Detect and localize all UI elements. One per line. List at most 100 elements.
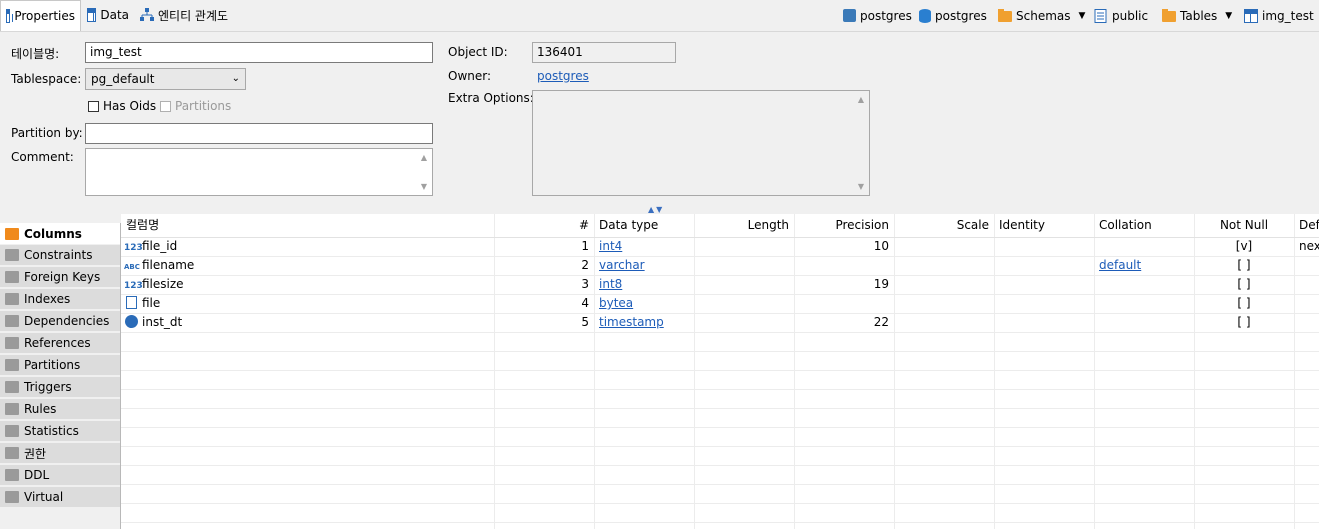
table-icon	[6, 9, 14, 23]
folder-icon	[1162, 9, 1176, 22]
schema-icon	[1094, 8, 1108, 23]
breadcrumb-schemas[interactable]: Schemas ▼	[998, 0, 1091, 31]
owner-link[interactable]: postgres	[537, 69, 589, 83]
column-name-cell[interactable]: 123file_id	[121, 237, 494, 256]
column-name: filesize	[142, 277, 184, 291]
dropdown-arrow-icon[interactable]: ▼	[1225, 11, 1232, 21]
column-header-precision[interactable]: Precision	[794, 214, 894, 237]
breadcrumb-schema[interactable]: public	[1094, 0, 1148, 31]
column-number-cell[interactable]: 1	[494, 237, 594, 256]
column-header-data-type[interactable]: Data type	[594, 214, 694, 237]
default-cell[interactable]: nex	[1294, 237, 1319, 256]
collation-link[interactable]: default	[1094, 256, 1194, 275]
not-null-cell[interactable]: [v]	[1194, 237, 1294, 256]
column-header-identity[interactable]: Identity	[994, 214, 1094, 237]
side-tab-indexes[interactable]: Indexes	[0, 289, 120, 310]
database-icon	[919, 8, 931, 23]
side-tab-dependencies[interactable]: Dependencies	[0, 311, 120, 332]
checkbox-box[interactable]	[88, 100, 99, 112]
column-name-cell[interactable]: file	[121, 294, 494, 313]
tablespace-select[interactable]: pg_default ⌄	[85, 68, 246, 90]
splitter-arrows-icon[interactable]: ▲▼	[648, 205, 664, 214]
scrollbar[interactable]: ▲ ▼	[417, 150, 431, 194]
column-number-cell[interactable]: 2	[494, 256, 594, 275]
column-header-not-null[interactable]: Not Null	[1194, 214, 1294, 237]
dropdown-arrow-icon[interactable]: ▼	[1079, 11, 1086, 21]
data-type-link[interactable]: int4	[594, 237, 694, 256]
partitions-label: Partitions	[175, 99, 232, 113]
side-tab-foreign-keys[interactable]: Foreign Keys	[0, 267, 120, 288]
precision-cell[interactable]: 19	[794, 275, 894, 294]
column-header-collation[interactable]: Collation	[1094, 214, 1194, 237]
column-name-cell[interactable]: inst_dt	[121, 313, 494, 332]
data-type-link[interactable]: int8	[594, 275, 694, 294]
tab-label: Data	[100, 8, 129, 22]
folder-icon	[5, 337, 19, 349]
data-type-link[interactable]: varchar	[594, 256, 694, 275]
side-tab-label: DDL	[24, 468, 50, 482]
side-tab-permissions[interactable]: 권한	[0, 443, 120, 464]
side-tab-label: Dependencies	[24, 314, 110, 328]
data-type-link[interactable]: timestamp	[594, 313, 694, 332]
breadcrumb-label: public	[1112, 8, 1149, 23]
side-tab-virtual[interactable]: Virtual	[0, 487, 120, 508]
has-oids-label: Has Oids	[103, 99, 157, 113]
breadcrumb-tables[interactable]: Tables ▼	[1162, 0, 1238, 31]
breadcrumb-label: postgres	[860, 8, 912, 23]
tab-erd[interactable]: 엔티티 관계도	[135, 0, 239, 30]
breadcrumb-database[interactable]: postgres	[919, 0, 987, 31]
column-name: file_id	[142, 239, 178, 253]
tab-data[interactable]: Data	[82, 0, 134, 30]
column-header-length[interactable]: Length	[694, 214, 794, 237]
breadcrumb-label: Tables	[1180, 8, 1218, 23]
breadcrumb-label: img_test	[1262, 8, 1314, 23]
column-header-default[interactable]: Def	[1294, 214, 1319, 237]
side-tab-label: Statistics	[24, 424, 79, 438]
column-header-name[interactable]: 컬럼명	[121, 214, 494, 237]
side-tab-partitions[interactable]: Partitions	[0, 355, 120, 376]
column-header-number[interactable]: #	[494, 214, 594, 237]
table-name-input[interactable]: img_test	[85, 42, 433, 63]
breadcrumb-server[interactable]: postgres	[843, 0, 912, 31]
side-tab-statistics[interactable]: Statistics	[0, 421, 120, 442]
breadcrumb-label: Schemas	[1016, 8, 1071, 23]
data-icon	[87, 8, 97, 22]
folder-icon	[5, 271, 19, 283]
side-tab-label: Constraints	[24, 248, 93, 262]
precision-cell[interactable]: 22	[794, 313, 894, 332]
has-oids-checkbox[interactable]: Has Oids	[88, 99, 156, 113]
column-name-cell[interactable]: 123filesize	[121, 275, 494, 294]
not-null-cell[interactable]: [ ]	[1194, 294, 1294, 313]
column-number-cell[interactable]: 3	[494, 275, 594, 294]
side-tab-references[interactable]: References	[0, 333, 120, 354]
precision-cell[interactable]: 10	[794, 237, 894, 256]
breadcrumb-table[interactable]: img_test	[1244, 0, 1314, 31]
folder-icon	[998, 9, 1012, 22]
side-tab-ddl[interactable]: DDL	[0, 465, 120, 486]
breadcrumb-label: postgres	[935, 8, 987, 23]
table-icon	[1244, 8, 1258, 23]
column-header-scale[interactable]: Scale	[894, 214, 994, 237]
owner-label: Owner:	[448, 69, 492, 83]
columns-grid[interactable]: 컬럼명 # Data type Length Precision Scale I…	[121, 214, 1319, 529]
column-number-cell[interactable]: 4	[494, 294, 594, 313]
partition-by-input[interactable]	[85, 123, 433, 144]
comment-textarea[interactable]: ▲ ▼	[85, 148, 433, 196]
not-null-cell[interactable]: [ ]	[1194, 275, 1294, 294]
constraints-icon	[5, 249, 19, 261]
tab-label: Properties	[14, 9, 75, 23]
data-type-link[interactable]: bytea	[594, 294, 694, 313]
not-null-cell[interactable]: [ ]	[1194, 313, 1294, 332]
tab-properties[interactable]: Properties	[0, 0, 81, 31]
column-name-cell[interactable]: ABC filename	[121, 256, 494, 275]
side-tab-constraints[interactable]: Constraints	[0, 245, 120, 266]
side-tab-label: Rules	[24, 402, 57, 416]
side-tab-rules[interactable]: Rules	[0, 399, 120, 420]
info-icon	[5, 425, 19, 437]
folder-icon	[5, 403, 19, 415]
columns-icon	[5, 227, 19, 240]
side-tab-columns[interactable]: Columns	[0, 223, 120, 245]
not-null-cell[interactable]: [ ]	[1194, 256, 1294, 275]
column-number-cell[interactable]: 5	[494, 313, 594, 332]
side-tab-triggers[interactable]: Triggers	[0, 377, 120, 398]
